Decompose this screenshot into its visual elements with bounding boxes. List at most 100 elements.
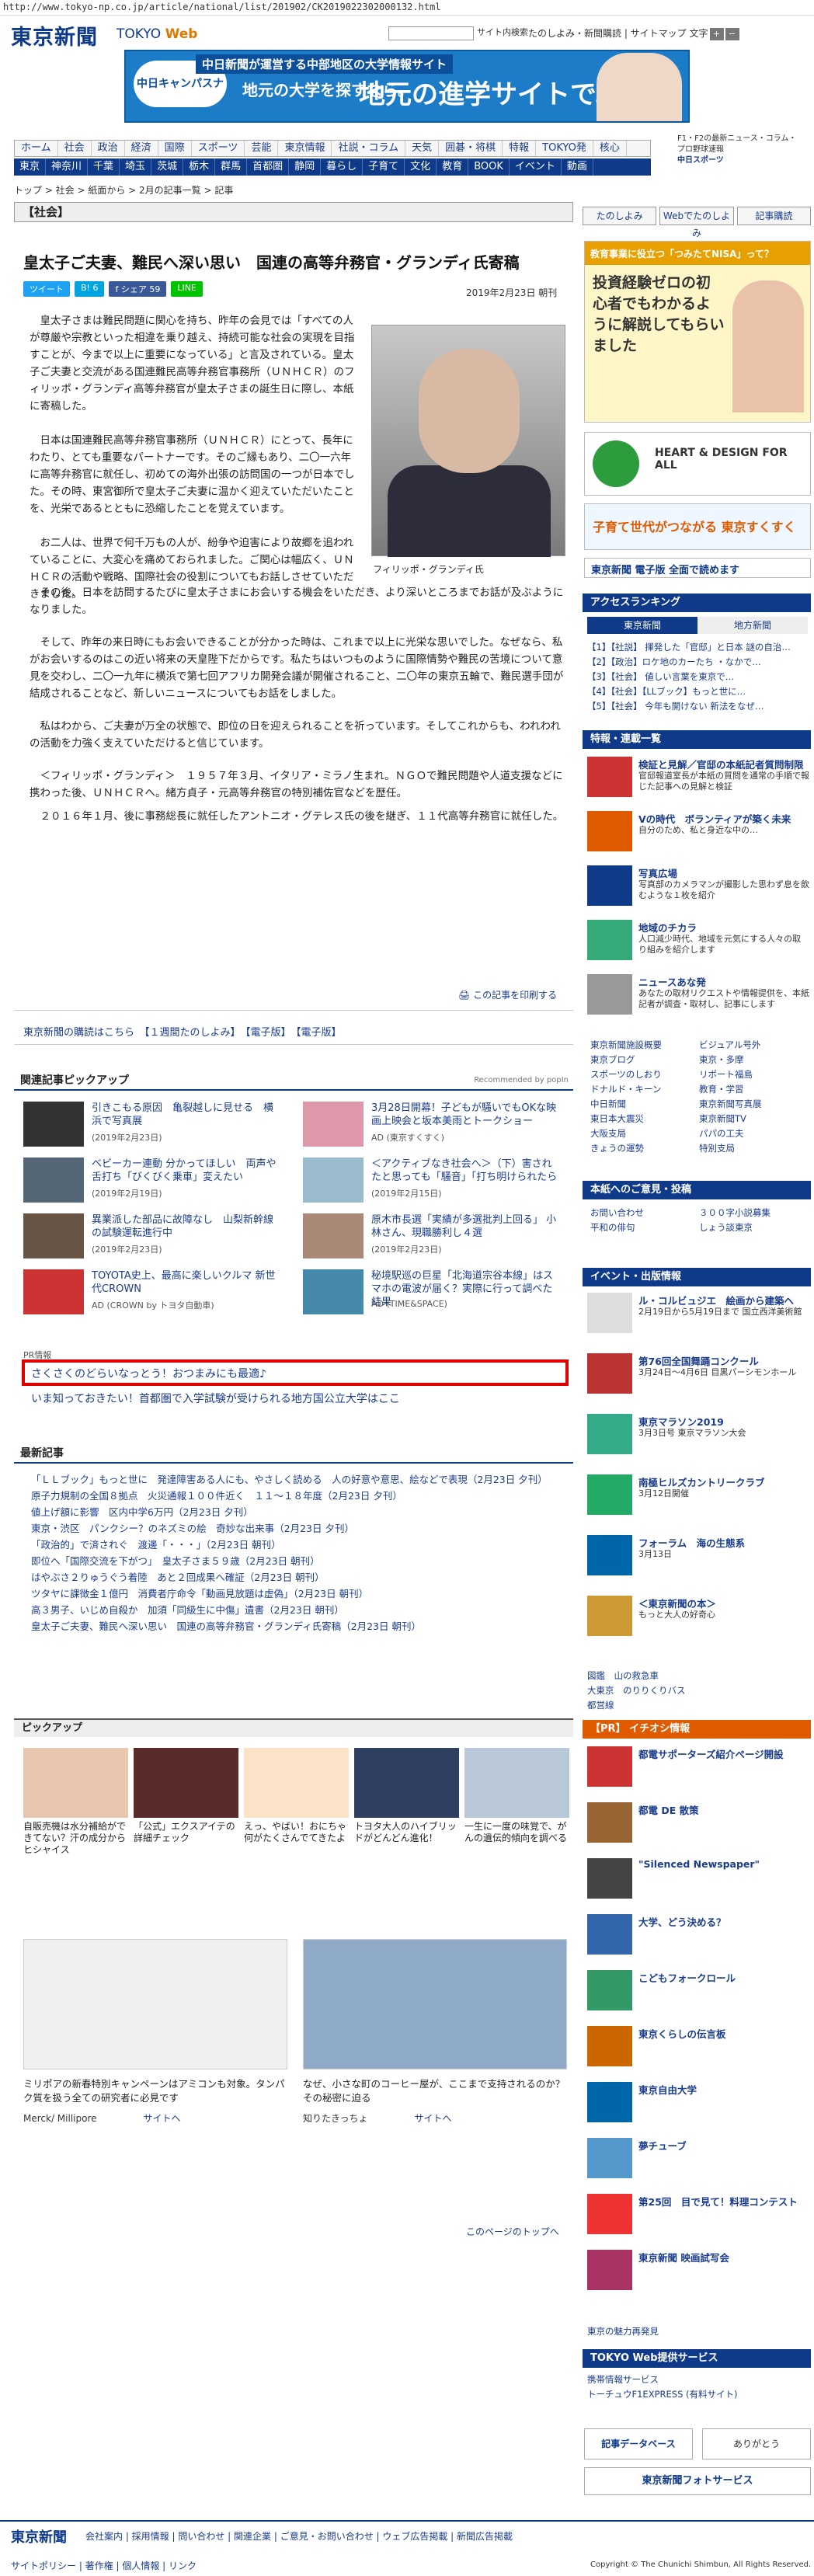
pr-thumb[interactable] [587, 2194, 632, 2234]
pickup-image[interactable] [134, 1748, 238, 1818]
ad-text[interactable]: なぜ、小さな町のコーヒー屋が、ここまで支持されるのか？その秘密に迫る [303, 2077, 567, 2105]
photo-service-banner[interactable]: 東京新聞フォトサービス [584, 2467, 811, 2495]
pr-thumb[interactable] [587, 1802, 632, 1843]
subnav-item[interactable]: 群馬 [215, 158, 248, 176]
tokuho-thumb[interactable] [587, 811, 632, 851]
subnav-item[interactable]: 文化 [405, 158, 437, 176]
service-link[interactable]: ドナルド・キーン [590, 1082, 699, 1097]
header-links-text[interactable]: たのしよみ・新聞購読 | サイトマップ [528, 28, 687, 39]
service-link[interactable]: 東京ブログ [590, 1053, 699, 1067]
header-right-ad[interactable]: F1・F2の最新ニュース・コラム・プロ野球速報 中日スポーツ [677, 134, 802, 166]
related-item[interactable]: 異業派した部品に故障なし 山梨新幹線の試験運転進行中 (2019年2月23日) [23, 1213, 280, 1260]
subnav-item[interactable]: 千葉 [88, 158, 120, 176]
related-title[interactable]: 原木市長選「実績が多選批判上回る」 小林さん、現職勝利し４選 [371, 1213, 558, 1240]
latest-news-item[interactable]: 値上げ額に影響 区内中学6万円（2月23日 夕刊） [23, 1504, 567, 1520]
web-service-link[interactable]: トーチュウF1EXPRESS (有料サイト) [587, 2387, 808, 2402]
latest-news-item[interactable]: 高３男子、いじめ自殺か 加須「同級生に中傷」遺書（2月23日 朝刊） [23, 1602, 567, 1618]
hatena-button[interactable]: B! 6 [75, 281, 105, 297]
service-link[interactable]: 東京新聞施設概要 [590, 1038, 699, 1053]
pr-link-2[interactable]: いま知っておきたい！首都圏で入学試験が受けられる地方国公立大学はここ [31, 1391, 575, 1406]
ad-item[interactable]: ミリポアの新春特別キャンペーンはアミコンも対象。タンパク質を扱う全ての研究者に必… [23, 1925, 287, 2127]
latest-news-item[interactable]: 「政治的」で済されぐ 渡邊「・・・」（2月23日 朝刊） [23, 1537, 567, 1553]
service-link[interactable]: 中日新聞 [590, 1097, 699, 1112]
appeal-link[interactable]: 東京の魅力再発見 [587, 2324, 808, 2339]
info-link[interactable]: お問い合わせ [590, 1206, 699, 1220]
pickup-image[interactable] [244, 1748, 349, 1818]
nav-item[interactable]: 囲碁・将棋 [439, 141, 503, 156]
thanks-banner[interactable]: ありがとう [702, 2428, 811, 2459]
pr-item[interactable]: 東京自由大学 [587, 2082, 808, 2127]
line-button[interactable]: LINE [171, 281, 203, 297]
subnav-item[interactable]: 栃木 [183, 158, 216, 176]
ranking-item[interactable]: 【2】【政治】ロケ地のカーたち ・なかで… [587, 655, 808, 670]
subnav-item[interactable]: 首都圏 [247, 158, 290, 176]
related-thumbnail[interactable] [303, 1102, 364, 1147]
article-photo[interactable] [371, 325, 565, 557]
service-link[interactable]: ビジュアル号外 [699, 1038, 808, 1053]
pr-title[interactable]: "Silenced Newspaper" [638, 1858, 760, 1870]
pr-thumb[interactable] [587, 2138, 632, 2178]
ad-site-link[interactable]: サイトへ [144, 2113, 181, 2124]
ranking-item[interactable]: 【4】【社会】【LLブック】もっと世に… [587, 684, 808, 699]
pr-thumb[interactable] [587, 1970, 632, 2010]
breadcrumb[interactable]: トップ > 社会 > 紙面から > 2月の記事一覧 > 記事 [14, 183, 233, 197]
subscribe-links[interactable]: 東京新聞の購読はこちら 【１週間たのしよみ】 【電子版】 【電子版】 [23, 1024, 342, 1039]
nav-item[interactable]: 政治 [92, 141, 125, 156]
print-link[interactable]: 🖨 この記事を印刷する [458, 988, 557, 1001]
service-link[interactable]: パパの工夫 [699, 1126, 808, 1141]
ranking-item[interactable]: 【5】【社会】 今年も開けない 新法をなぜ… [587, 699, 808, 714]
nav-item[interactable]: 社会 [58, 141, 92, 156]
latest-news-item[interactable]: 「ＬＬブック」もっと世に 発達障害ある人にも、やさしく読める 人の好意や意思、絵… [23, 1471, 567, 1488]
pr-item[interactable]: "Silenced Newspaper" [587, 1858, 808, 1903]
tokuho-thumb[interactable] [587, 865, 632, 906]
latest-news-item[interactable]: 皇太子ご夫妻、難民へ深い思い 国連の高等弁務官・グランディ氏寄稿（2月23日 朝… [23, 1618, 567, 1634]
ad-text[interactable]: ミリポアの新春特別キャンペーンはアミコンも対象。タンパク質を扱う全ての研究者に必… [23, 2077, 287, 2105]
pickup-item[interactable]: えっ、やばい！おにちゃ何がたくさんでてきたよ [244, 1748, 349, 1864]
nav-item[interactable]: 特報 [503, 141, 537, 156]
site-logo[interactable]: 東京新聞 [11, 20, 98, 50]
font-minus-button[interactable]: − [725, 28, 739, 40]
pr-item[interactable]: 大学、どう決める？ [587, 1914, 808, 1959]
latest-news-item[interactable]: 原子力規制の全国８拠点 火災通報１００件近く １１～１８年度（2月23日 夕刊） [23, 1488, 567, 1504]
pr-item[interactable]: こどもフォークロール [587, 1970, 808, 2015]
pr-thumb[interactable] [587, 2250, 632, 2290]
subnav-item[interactable]: 静岡 [289, 158, 322, 176]
pickup-image[interactable] [464, 1748, 569, 1818]
related-title[interactable]: ベビーカー連動 分かってほしい 両声や舌打ち「びくびく乗車」変えたい [92, 1157, 278, 1184]
pr-title[interactable]: 東京新聞 映画試写会 [638, 2250, 729, 2264]
event-title[interactable]: 南極ヒルズカントリークラブ [638, 1474, 765, 1489]
tokuho-title[interactable]: 検証と見解／官邸の本紙記者質問制限 [638, 757, 804, 771]
tokuho-item[interactable]: 地域のチカラ 人口減少時代、地域を元気にする人々の取り組みを紹介します [587, 920, 808, 965]
event-title[interactable]: 東京マラソン2019 [638, 1414, 724, 1429]
subnav-item[interactable]: 暮らし [321, 158, 364, 176]
related-title[interactable]: 引きこもる原因 亀裂越しに見せる 横浜で写真展 [92, 1102, 278, 1128]
nav-item[interactable]: 芸能 [245, 141, 279, 156]
pr-title[interactable]: 東京自由大学 [638, 2082, 697, 2097]
pickup-image[interactable] [354, 1748, 459, 1818]
pr-item[interactable]: 第25回 目で見て！料理コンテスト [587, 2194, 808, 2239]
tokuho-item[interactable]: Vの時代 ボランティアが築く未来 自分のため、私と身近な中の… [587, 811, 808, 856]
tanoshiyomi-button[interactable]: たのしよみ [583, 207, 657, 225]
subnav-item[interactable]: 埼玉 [120, 158, 152, 176]
service-link[interactable]: 特別支局 [699, 1141, 808, 1156]
latest-news-item[interactable]: はやぶさ２りゅうぐう着陸 あと２回成果へ確証（2月23日 朝刊） [23, 1569, 567, 1586]
event-thumb[interactable] [587, 1293, 632, 1333]
subnav-item[interactable]: 教育 [437, 158, 469, 176]
tokyo-link[interactable]: 図鑑 山の救急車 [587, 1669, 808, 1683]
service-link[interactable]: 東京新聞写真展 [699, 1097, 808, 1112]
back-to-top-link[interactable]: このページのトップへ [466, 2225, 559, 2238]
nav-item[interactable]: 天気 [405, 141, 440, 156]
pr-item[interactable]: 東京くらしの伝言板 [587, 2026, 808, 2071]
service-link[interactable]: きょうの運勢 [590, 1141, 699, 1156]
tokyo-link[interactable]: 大東京 のりりくりバス [587, 1683, 808, 1698]
tokuho-thumb[interactable] [587, 920, 632, 960]
related-thumbnail[interactable] [23, 1213, 84, 1258]
web-tanoshiyomi-button[interactable]: Webでたのしよみ [659, 207, 734, 238]
pr-item[interactable]: 都電 DE 散策 [587, 1802, 808, 1847]
tab-local[interactable]: 地方新聞 [697, 617, 808, 634]
subnav-item[interactable]: イベント [510, 158, 562, 176]
subnav-item[interactable]: 動画 [562, 158, 593, 176]
nav-item[interactable]: 核心 [593, 141, 627, 156]
nav-item[interactable]: 社説・コラム [332, 141, 406, 156]
tokuho-title[interactable]: 地域のチカラ [638, 920, 697, 935]
